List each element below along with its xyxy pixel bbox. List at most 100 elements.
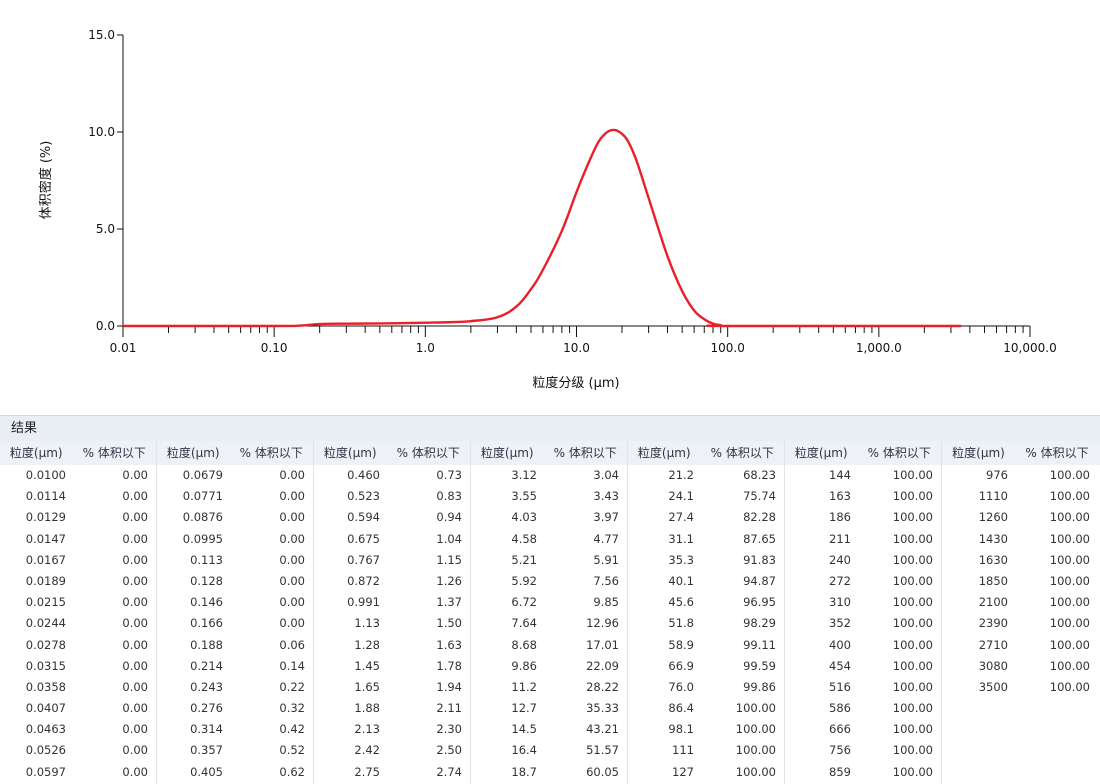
size-column-header: 粒度(µm) bbox=[166, 446, 220, 460]
pct-cell: 99.11 bbox=[743, 637, 776, 652]
size-cell: 0.0407 bbox=[25, 701, 66, 716]
size-cell: 0.0189 bbox=[25, 573, 66, 588]
size-cell: 5.92 bbox=[511, 573, 537, 588]
size-cell: 3500 bbox=[978, 679, 1008, 694]
results-header: 粒度(µm) % 体积以下 bbox=[471, 441, 627, 465]
table-row: 0.314 0.42 bbox=[157, 719, 313, 740]
table-row: 0.675 1.04 bbox=[314, 529, 470, 550]
size-cell: 0.0114 bbox=[25, 489, 66, 504]
x-tick-label: 10,000.0 bbox=[1003, 341, 1056, 355]
table-row: 0.0167 0.00 bbox=[0, 550, 156, 571]
size-cell: 1430 bbox=[978, 531, 1008, 546]
size-cell: 3.55 bbox=[511, 489, 537, 504]
table-row: 4.58 4.77 bbox=[471, 529, 627, 550]
series-line bbox=[123, 128, 962, 328]
table-row: 0.0679 0.00 bbox=[157, 465, 313, 486]
pct-cell: 0.00 bbox=[122, 595, 148, 610]
pct-column-header: % 体积以下 bbox=[867, 446, 931, 460]
pct-cell: 75.74 bbox=[743, 489, 776, 504]
size-cell: 400 bbox=[829, 637, 851, 652]
size-cell: 0.166 bbox=[190, 616, 223, 631]
size-cell: 0.0100 bbox=[25, 468, 66, 482]
table-row: 0.243 0.22 bbox=[157, 677, 313, 698]
pct-cell: 100.00 bbox=[892, 679, 933, 694]
pct-cell: 100.00 bbox=[892, 637, 933, 652]
size-cell: 76.0 bbox=[668, 679, 694, 694]
size-cell: 1850 bbox=[978, 573, 1008, 588]
table-row: 0.767 1.15 bbox=[314, 550, 470, 571]
pct-cell: 0.00 bbox=[122, 637, 148, 652]
pct-cell: 100.00 bbox=[892, 510, 933, 525]
x-tick-label: 0.10 bbox=[261, 341, 288, 355]
results-column-group: 粒度(µm)% 体积以下 0.0679 0.00 0.0771 0.00 0.0876 0.… bbox=[157, 441, 314, 784]
x-tick-label: 1.0 bbox=[416, 341, 435, 355]
pct-cell: 100.00 bbox=[892, 531, 933, 546]
pct-cell: 0.00 bbox=[279, 616, 305, 631]
table-row: 0.0407 0.00 bbox=[0, 698, 156, 719]
size-column-header: 粒度(µm) bbox=[480, 446, 534, 460]
table-row: 0.128 0.00 bbox=[157, 571, 313, 592]
table-row: 5.21 5.91 bbox=[471, 550, 627, 571]
pct-cell: 0.00 bbox=[122, 701, 148, 716]
size-cell: 127 bbox=[672, 764, 694, 779]
table-row: 666 100.00 bbox=[785, 719, 941, 740]
pct-cell: 0.22 bbox=[279, 679, 305, 694]
pct-cell: 100.00 bbox=[892, 573, 933, 588]
y-tick-label: 0.0 bbox=[96, 319, 115, 333]
size-cell: 0.594 bbox=[347, 510, 380, 525]
pct-cell: 100.00 bbox=[735, 701, 776, 716]
size-cell: 35.3 bbox=[668, 552, 694, 567]
table-row: 240 100.00 bbox=[785, 550, 941, 571]
size-cell: 0.214 bbox=[190, 658, 223, 673]
pct-cell: 100.00 bbox=[892, 701, 933, 716]
size-cell: 12.7 bbox=[511, 701, 537, 716]
pct-cell: 0.14 bbox=[279, 658, 305, 673]
pct-cell: 100.00 bbox=[1049, 595, 1090, 610]
pct-cell: 100.00 bbox=[735, 743, 776, 758]
size-cell: 24.1 bbox=[668, 489, 694, 504]
table-row: 211 100.00 bbox=[785, 529, 941, 550]
size-column-header: 粒度(µm) bbox=[323, 446, 377, 460]
pct-cell: 0.00 bbox=[122, 468, 148, 482]
table-row: 0.405 0.62 bbox=[157, 762, 313, 783]
size-cell: 3.12 bbox=[511, 468, 537, 482]
size-cell: 86.4 bbox=[668, 701, 694, 716]
table-row: 1110 100.00 bbox=[942, 486, 1100, 507]
table-row: 12.7 35.33 bbox=[471, 698, 627, 719]
pct-cell: 100.00 bbox=[735, 722, 776, 737]
table-row: 7.64 12.96 bbox=[471, 613, 627, 634]
size-cell: 0.113 bbox=[190, 552, 223, 567]
results-column-group: 粒度(µm)% 体积以下 0.460 0.73 0.523 0.83 0.594 0.94 0… bbox=[314, 441, 471, 784]
table-row: 51.8 98.29 bbox=[628, 613, 784, 634]
size-cell: 0.276 bbox=[190, 701, 223, 716]
table-row: 0.0526 0.00 bbox=[0, 740, 156, 761]
size-column-header: 粒度(µm) bbox=[952, 446, 1005, 460]
pct-cell: 100.00 bbox=[892, 658, 933, 673]
size-cell: 2390 bbox=[978, 616, 1008, 631]
table-row: 0.0876 0.00 bbox=[157, 507, 313, 528]
pct-cell: 100.00 bbox=[892, 468, 933, 482]
size-cell: 1260 bbox=[978, 510, 1008, 525]
table-row: 1.28 1.63 bbox=[314, 635, 470, 656]
size-cell: 1.45 bbox=[354, 658, 380, 673]
pct-cell: 0.00 bbox=[122, 616, 148, 631]
table-row: 0.460 0.73 bbox=[314, 465, 470, 486]
pct-cell: 0.00 bbox=[122, 531, 148, 546]
table-row: 0.166 0.00 bbox=[157, 613, 313, 634]
size-cell: 186 bbox=[829, 510, 851, 525]
table-row: 40.1 94.87 bbox=[628, 571, 784, 592]
table-row: 0.872 1.26 bbox=[314, 571, 470, 592]
size-cell: 0.872 bbox=[347, 573, 380, 588]
table-row: 66.9 99.59 bbox=[628, 656, 784, 677]
pct-cell: 0.00 bbox=[122, 489, 148, 504]
size-cell: 0.991 bbox=[347, 595, 380, 610]
pct-cell: 1.15 bbox=[436, 552, 462, 567]
table-row: 14.5 43.21 bbox=[471, 719, 627, 740]
size-cell: 3080 bbox=[978, 658, 1008, 673]
size-cell: 8.68 bbox=[511, 637, 537, 652]
x-tick-label: 0.01 bbox=[110, 341, 137, 355]
size-cell: 27.4 bbox=[668, 510, 694, 525]
pct-cell: 2.11 bbox=[436, 701, 462, 716]
size-cell: 9.86 bbox=[511, 658, 537, 673]
table-row: 86.4 100.00 bbox=[628, 698, 784, 719]
